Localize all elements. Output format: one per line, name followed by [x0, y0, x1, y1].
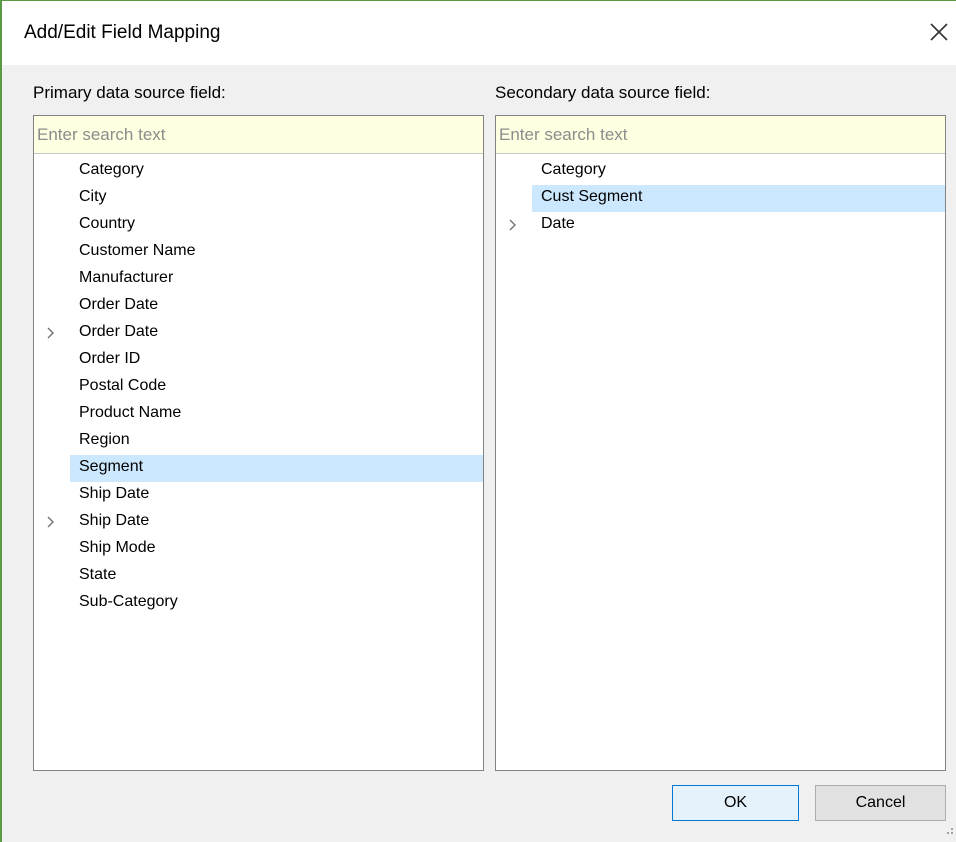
list-item[interactable]: Cust Segment: [496, 185, 945, 212]
secondary-field-list: Category Cust Segment Date: [496, 154, 945, 239]
list-item-label: City: [79, 188, 107, 205]
list-item[interactable]: State: [34, 563, 483, 590]
list-item-label: Manufacturer: [79, 269, 174, 286]
list-item-label: Cust Segment: [541, 188, 643, 205]
list-item-label: Customer Name: [79, 242, 196, 259]
list-item[interactable]: Ship Mode: [34, 536, 483, 563]
title-bar: Add/Edit Field Mapping: [2, 1, 956, 65]
list-item[interactable]: Ship Date: [34, 509, 483, 536]
primary-field-list: Category City Country Customer Name Manufact…: [34, 154, 483, 617]
chevron-right-icon[interactable]: [506, 218, 520, 232]
close-icon: [930, 23, 948, 41]
dialog-title: Add/Edit Field Mapping: [24, 22, 221, 43]
list-item[interactable]: Ship Date: [34, 482, 483, 509]
cancel-button[interactable]: Cancel: [815, 785, 946, 821]
primary-search-input[interactable]: [34, 116, 483, 154]
list-item[interactable]: Date: [496, 212, 945, 239]
list-item[interactable]: Product Name: [34, 401, 483, 428]
list-item[interactable]: Customer Name: [34, 239, 483, 266]
list-item-label: Order Date: [79, 296, 159, 313]
list-item-label: Ship Mode: [79, 539, 156, 556]
list-item-label: Order Date: [79, 323, 159, 340]
list-item-label: Postal Code: [79, 377, 167, 394]
list-item[interactable]: Order ID: [34, 347, 483, 374]
secondary-field-panel: Category Cust Segment Date: [495, 115, 946, 771]
secondary-field-label: Secondary data source field:: [495, 83, 711, 102]
chevron-right-icon[interactable]: [44, 515, 58, 529]
list-item[interactable]: Country: [34, 212, 483, 239]
list-item[interactable]: Order Date: [34, 320, 483, 347]
primary-field-panel: Category City Country Customer Name Manufact…: [33, 115, 484, 771]
list-item[interactable]: Manufacturer: [34, 266, 483, 293]
list-item-label: Order ID: [79, 350, 141, 367]
list-item-label: Product Name: [79, 404, 182, 421]
ok-button[interactable]: OK: [672, 785, 799, 821]
list-item-label: Sub-Category: [79, 593, 178, 610]
list-item-label: State: [79, 566, 117, 583]
primary-field-label: Primary data source field:: [33, 83, 226, 102]
list-item-label: Date: [541, 215, 575, 232]
list-item-label: Ship Date: [79, 512, 150, 529]
chevron-right-icon[interactable]: [44, 326, 58, 340]
list-item[interactable]: Category: [496, 158, 945, 185]
list-item-label: Country: [79, 215, 136, 232]
list-item-label: Category: [541, 161, 606, 178]
list-item[interactable]: Region: [34, 428, 483, 455]
secondary-search-input[interactable]: [496, 116, 945, 154]
field-mapping-dialog: Add/Edit Field Mapping Primary data sour…: [0, 0, 956, 842]
list-item-label: Segment: [79, 458, 144, 475]
list-item[interactable]: Sub-Category: [34, 590, 483, 617]
list-item-label: Ship Date: [79, 485, 150, 502]
list-item[interactable]: Segment: [34, 455, 483, 482]
close-button[interactable]: [924, 17, 954, 47]
list-item[interactable]: Category: [34, 158, 483, 185]
list-item[interactable]: Postal Code: [34, 374, 483, 401]
list-item[interactable]: Order Date: [34, 293, 483, 320]
list-item[interactable]: City: [34, 185, 483, 212]
list-item-label: Region: [79, 431, 130, 448]
resize-grip-icon[interactable]: [942, 823, 954, 835]
list-item-label: Category: [79, 161, 144, 178]
